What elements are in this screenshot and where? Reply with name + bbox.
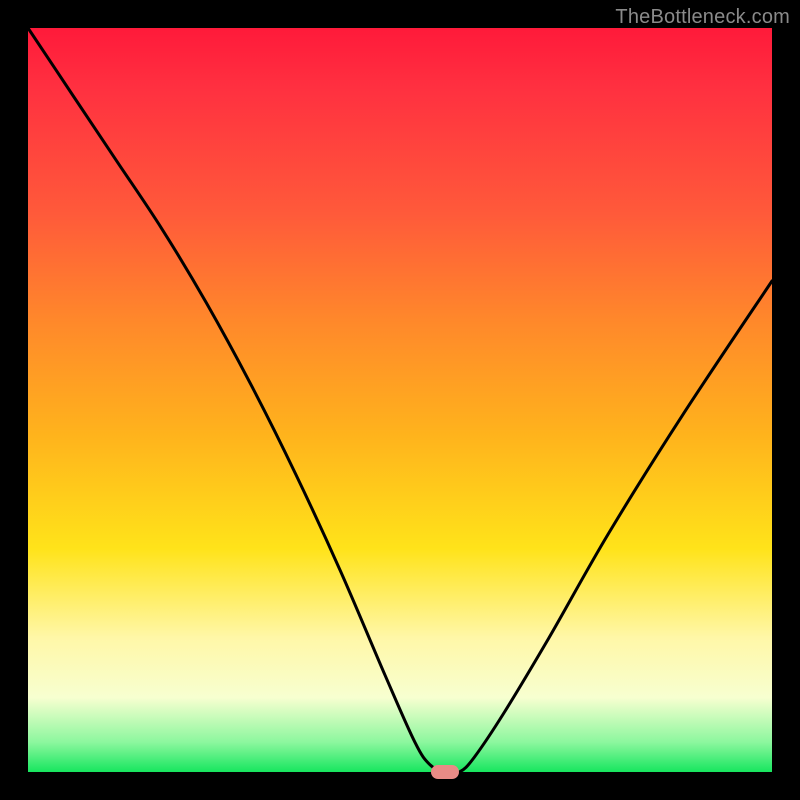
minimum-marker [431,765,459,779]
watermark-text: TheBottleneck.com [615,6,790,29]
bottleneck-curve [28,28,772,772]
plot-area [28,28,772,772]
chart-frame: TheBottleneck.com [0,0,800,800]
